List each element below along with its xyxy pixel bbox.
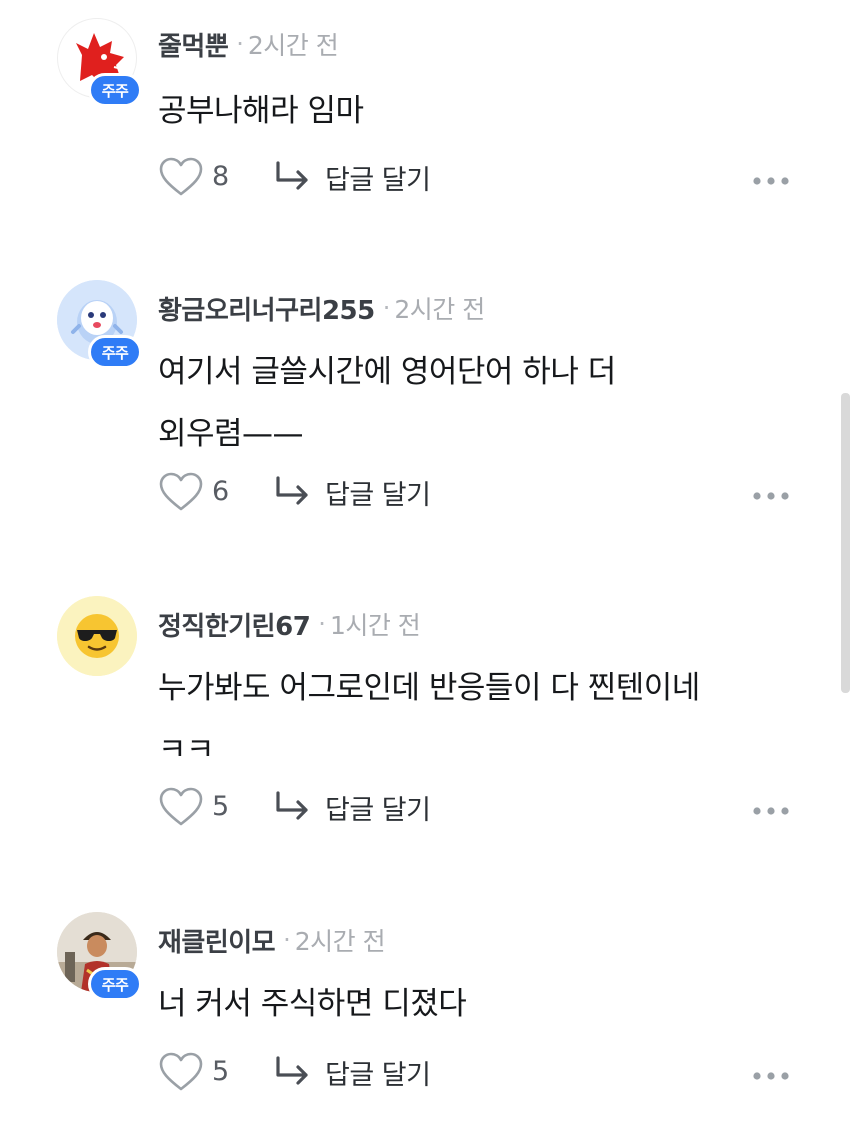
comment-text: 공부나해라 임마 [158, 80, 818, 142]
separator: · [382, 294, 391, 322]
username[interactable]: 황금오리너구리255 [158, 290, 375, 327]
reply-label: 답글 달기 [325, 479, 431, 511]
shareholder-badge: 주주 [88, 967, 142, 1001]
comment-line: 누가봐도 어그로인데 반응들이 다 찐텐이네 [158, 670, 700, 706]
comment-text: 너 커서 주식하면 디졌다 [158, 973, 818, 1035]
shareholder-badge: 주주 [88, 73, 142, 107]
username[interactable]: 줄먹뿐 [158, 26, 229, 63]
heart-icon[interactable] [158, 786, 204, 828]
reply-button[interactable]: 답글 달기 [273, 471, 431, 513]
reply-label: 답글 달기 [325, 164, 431, 196]
heart-icon[interactable] [158, 1051, 204, 1093]
more-options-icon[interactable] [750, 160, 792, 202]
reply-button[interactable]: 답글 달기 [273, 156, 431, 198]
scrollbar[interactable] [841, 393, 850, 693]
timestamp: 2시간 전 [394, 295, 485, 324]
comment-header: 정직한기린67 · 1시간 전 [158, 604, 421, 644]
reply-arrow-icon [276, 1056, 308, 1085]
comment-header: 황금오리너구리255 · 2시간 전 [158, 288, 485, 328]
reply-arrow-icon [276, 161, 308, 190]
comment-line: 외우렴—— [158, 416, 304, 452]
comment-text: 여기서 글쓸시간에 영어단어 하나 더 외우렴—— [158, 341, 818, 465]
reply-arrow-icon [276, 791, 308, 820]
reply-button[interactable]: 답글 달기 [273, 786, 431, 828]
comment-text: 누가봐도 어그로인데 반응들이 다 찐텐이네 ㅋㅋ [158, 657, 818, 781]
reply-button[interactable]: 답글 달기 [273, 1051, 431, 1093]
more-options-icon[interactable] [750, 1055, 792, 1097]
heart-icon[interactable] [158, 471, 204, 513]
comment-line: 공부나해라 임마 [158, 93, 364, 129]
timestamp: 2시간 전 [294, 927, 386, 956]
comment-header: 줄먹뿐 · 2시간 전 [158, 24, 339, 64]
more-options-icon[interactable] [750, 475, 792, 517]
heart-icon[interactable] [158, 156, 204, 198]
comment-header: 재클린이모 · 2시간 전 [158, 920, 386, 960]
like-count: 5 [212, 791, 230, 822]
reply-label: 답글 달기 [325, 1059, 431, 1091]
shareholder-badge: 주주 [88, 335, 142, 369]
separator: · [283, 926, 291, 954]
reply-label: 답글 달기 [325, 794, 431, 826]
timestamp: 1시간 전 [329, 611, 421, 640]
username[interactable]: 재클린이모 [158, 922, 276, 959]
separator: · [236, 30, 244, 58]
comment-line: 여기서 글쓸시간에 영어단어 하나 더 [158, 354, 616, 390]
like-count: 8 [212, 161, 230, 192]
sunglasses-face-icon[interactable] [57, 596, 137, 676]
like-count: 5 [212, 1056, 230, 1087]
like-count: 6 [212, 476, 230, 507]
separator: · [318, 610, 326, 638]
comment-list: 주주 줄먹뿐 · 2시간 전 공부나해라 임마 8 답글 달기 주주 황금오리너… [0, 0, 850, 1123]
reply-arrow-icon [276, 476, 308, 505]
comment-line: ㅋㅋ [158, 732, 215, 768]
more-options-icon[interactable] [750, 790, 792, 832]
username[interactable]: 정직한기린67 [158, 606, 311, 643]
comment-line: 너 커서 주식하면 디졌다 [158, 986, 467, 1022]
timestamp: 2시간 전 [247, 31, 339, 60]
